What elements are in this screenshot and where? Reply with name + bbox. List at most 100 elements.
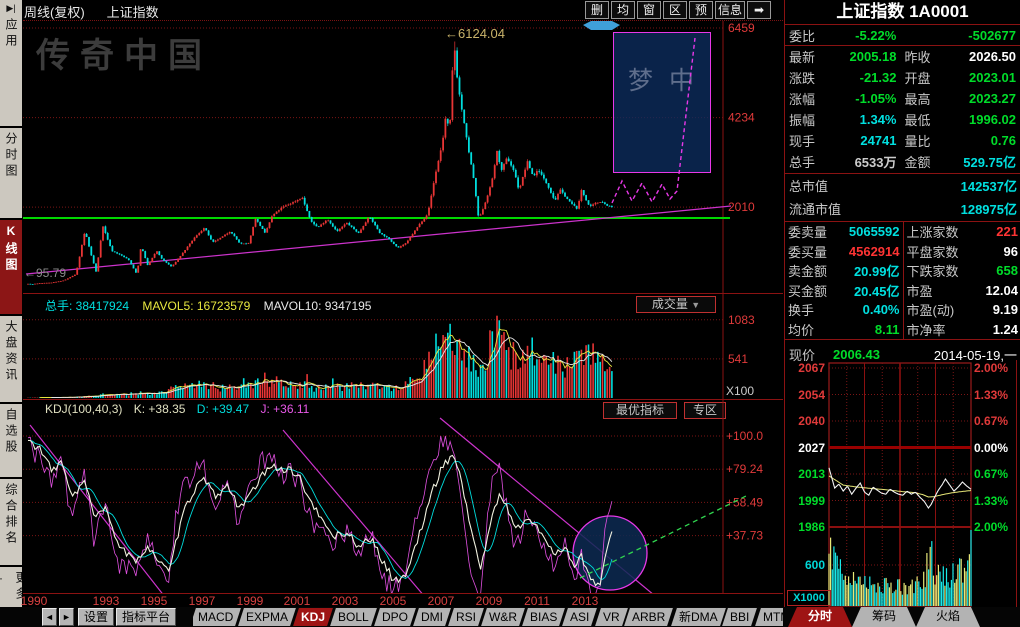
quote-title: 上证指数 1A0001 bbox=[785, 0, 1020, 24]
quote-value: 20.99亿 bbox=[827, 261, 899, 280]
sidebar-item-label: 大盘资讯 bbox=[1, 320, 21, 384]
weibi-label: 委比 bbox=[789, 26, 829, 45]
quote-label: 换手 bbox=[788, 300, 814, 319]
indicator-tab-VR[interactable]: VR bbox=[595, 608, 628, 626]
quote-label: 市盈(动) bbox=[907, 300, 955, 319]
quote-value: 658 bbox=[959, 263, 1018, 278]
quote-label: 最低 bbox=[905, 110, 949, 129]
sidebar-item-4[interactable]: 自选股 bbox=[0, 404, 22, 477]
quote-value: 0.76 bbox=[949, 133, 1017, 148]
intraday-price-tick: 2027 bbox=[785, 441, 825, 455]
intraday-price-tick: 2040 bbox=[785, 414, 825, 428]
indicator-tab-DMI[interactable]: DMI bbox=[413, 608, 451, 626]
quote-row: 振幅1.34%最低1996.02 bbox=[785, 109, 1020, 130]
quote-label: 买金额 bbox=[788, 281, 827, 300]
quote-label: 现手 bbox=[789, 131, 829, 150]
settings-button[interactable]: 设置 bbox=[78, 608, 114, 626]
indicator-tab-MACD[interactable]: MACD bbox=[193, 608, 241, 626]
panel-tab-分时[interactable]: 分时 bbox=[788, 607, 852, 627]
indicator-tab-BIAS[interactable]: BIAS bbox=[522, 608, 565, 626]
svg-text:4234: 4234 bbox=[728, 111, 755, 125]
sidebar-item-3[interactable]: 大盘资讯 bbox=[0, 316, 22, 402]
quote-value: 221 bbox=[959, 224, 1018, 239]
panel-tab-筹码[interactable]: 筹码 bbox=[852, 607, 916, 627]
quote-value: 4562914 bbox=[827, 244, 899, 259]
svg-text:+37.73: +37.73 bbox=[726, 529, 763, 543]
quote-value: 529.75亿 bbox=[949, 152, 1017, 171]
quote-label: 涨跌 bbox=[789, 68, 829, 87]
play-icon: ▶| bbox=[6, 3, 15, 14]
sidebar-item-5[interactable]: 综合排名 bbox=[0, 479, 22, 565]
svg-text:+100.0: +100.0 bbox=[726, 429, 763, 443]
quote-rows: 最新2005.18昨收2026.50涨跌-21.32开盘2023.01涨幅-1.… bbox=[785, 46, 1020, 172]
intraday-pct-tick: 0.67% bbox=[974, 467, 1020, 481]
svg-text:X100: X100 bbox=[726, 384, 754, 398]
chart-header: 周线(复权)上证指数 bbox=[24, 2, 181, 21]
sidebar-item-label: 分时图 bbox=[1, 132, 21, 180]
indicator-tab-W&R[interactable]: W&R bbox=[481, 608, 525, 626]
quote-value: 2026.50 bbox=[949, 49, 1017, 64]
indicator-tab-KDJ[interactable]: KDJ bbox=[293, 608, 333, 626]
stat-row: 委卖量5065592上涨家数221 bbox=[785, 222, 1020, 242]
quote-value: 2023.01 bbox=[949, 70, 1017, 85]
scroll-right-button[interactable]: ► bbox=[59, 608, 74, 626]
indicator-tab-ASI[interactable]: ASI bbox=[563, 608, 598, 626]
indicator-tab-DPO[interactable]: DPO bbox=[374, 608, 416, 626]
peak-value-label: ←6124.04 bbox=[445, 26, 505, 41]
intraday-price-tick: 2067 bbox=[785, 361, 825, 375]
quote-value: -1.05% bbox=[829, 91, 897, 106]
quote-value: 1.24 bbox=[946, 322, 1018, 337]
svg-text:541: 541 bbox=[728, 352, 748, 366]
top-button-delete[interactable]: 删 bbox=[585, 1, 609, 19]
year-tick-2003: 2003 bbox=[325, 594, 365, 608]
scroll-left-button[interactable]: ◄ bbox=[42, 608, 57, 626]
indicator-tab-EXPMA[interactable]: EXPMA bbox=[238, 608, 296, 626]
quote-row: 最新2005.18昨收2026.50 bbox=[785, 46, 1020, 67]
quote-label: 委卖量 bbox=[788, 222, 827, 241]
quote-value: 0.40% bbox=[814, 302, 899, 317]
quote-row: 现手24741量比0.76 bbox=[785, 130, 1020, 151]
top-button-zone[interactable]: 区 bbox=[663, 1, 687, 19]
quote-label: 卖金额 bbox=[788, 261, 827, 280]
intraday-price-tick: 1999 bbox=[785, 494, 825, 508]
quote-value: 12.04 bbox=[933, 283, 1018, 298]
year-tick-2005: 2005 bbox=[373, 594, 413, 608]
sidebar-item-label: 自选股 bbox=[1, 408, 21, 456]
panel-tab-火焰[interactable]: 火焰 bbox=[916, 607, 980, 627]
intraday-panel: 20672054204020272013199919862.00%1.33%0.… bbox=[785, 360, 1020, 607]
intraday-price-tick: 2054 bbox=[785, 388, 825, 402]
cap-row: 流通市值128975亿 bbox=[785, 197, 1020, 220]
indicator-platform-button[interactable]: 指标平台 bbox=[116, 608, 176, 626]
top-button-average[interactable]: 均 bbox=[611, 1, 635, 19]
indicator-tab-BBI[interactable]: BBI bbox=[723, 608, 758, 626]
volume-unit-badge: X1000 bbox=[787, 590, 831, 606]
sidebar-item-1[interactable]: 分时图 bbox=[0, 128, 22, 218]
right-edge-line bbox=[1016, 360, 1017, 607]
svg-text:6459: 6459 bbox=[728, 21, 755, 35]
stat-row: 换手0.40%市盈(动)9.19 bbox=[785, 300, 1020, 320]
collapse-arrow-button[interactable]: ➡ bbox=[747, 1, 771, 19]
indicator-tab-BOLL[interactable]: BOLL bbox=[330, 608, 377, 626]
quote-value: 128975亿 bbox=[841, 199, 1017, 218]
top-button-preview[interactable]: 预 bbox=[689, 1, 713, 19]
kline-type-label: 周线(复权) bbox=[24, 5, 85, 20]
year-tick-2007: 2007 bbox=[421, 594, 461, 608]
quote-value: 1.34% bbox=[829, 112, 897, 127]
quote-value: 5065592 bbox=[827, 224, 899, 239]
svg-text:1083: 1083 bbox=[728, 313, 755, 327]
sidebar-item-0[interactable]: ▶|应用 bbox=[0, 0, 22, 126]
quote-label: 委买量 bbox=[788, 242, 827, 261]
indicator-tab-MTM[interactable]: MTM bbox=[755, 608, 783, 626]
top-button-info[interactable]: 信息 bbox=[715, 1, 745, 19]
sidebar-item-2[interactable]: K线图 bbox=[0, 220, 22, 314]
indicator-tab-新DMA[interactable]: 新DMA bbox=[671, 608, 726, 626]
indicator-tab-RSI[interactable]: RSI bbox=[448, 608, 484, 626]
kdj-chart[interactable]: +100.0+79.24+58.49+37.73 bbox=[22, 400, 784, 594]
top-button-window[interactable]: 窗 bbox=[637, 1, 661, 19]
volume-chart[interactable]: 1083 541 X100 bbox=[22, 294, 784, 399]
annotation-box-text: 梦中 bbox=[614, 61, 710, 97]
indicator-tab-ARBR[interactable]: ARBR bbox=[625, 608, 674, 626]
year-tick-1990: 1990 bbox=[14, 594, 54, 608]
quote-label: 金额 bbox=[905, 152, 949, 171]
stat-row: 卖金额20.99亿下跌家数658 bbox=[785, 261, 1020, 281]
